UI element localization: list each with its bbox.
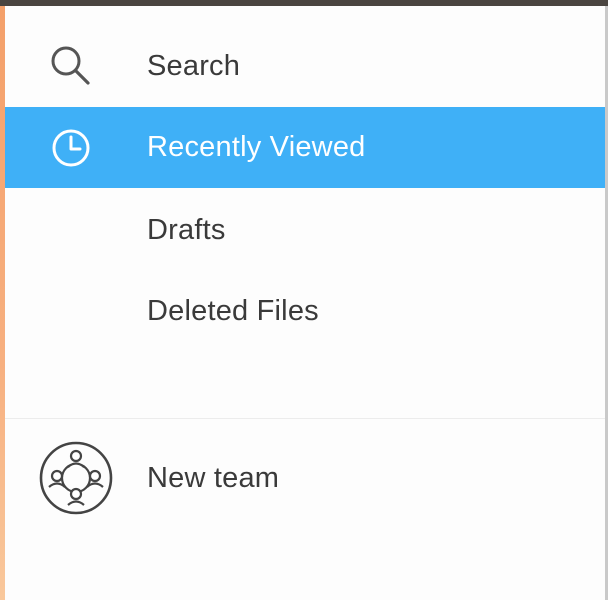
sidebar-item-drafts[interactable]: Drafts bbox=[5, 190, 605, 270]
search-icon bbox=[45, 40, 97, 92]
sidebar-item-search[interactable]: Search bbox=[5, 26, 605, 106]
team-icon bbox=[37, 439, 115, 517]
sidebar-item-label: Recently Viewed bbox=[147, 131, 366, 163]
sidebar-item-label: Search bbox=[147, 49, 241, 82]
new-team-button[interactable]: New team bbox=[5, 438, 605, 518]
sidebar-item-recently-viewed[interactable]: Recently Viewed bbox=[5, 107, 605, 188]
sidebar-panel: Search Recently Viewed Drafts Deleted Fi… bbox=[0, 0, 608, 600]
sidebar-item-deleted-files[interactable]: Deleted Files bbox=[5, 271, 605, 351]
new-team-label: New team bbox=[147, 461, 280, 494]
sidebar-item-label: Drafts bbox=[147, 213, 226, 246]
sidebar-divider bbox=[5, 418, 605, 419]
sidebar-item-label: Deleted Files bbox=[147, 294, 319, 327]
window-top-border bbox=[0, 0, 608, 6]
clock-icon bbox=[45, 122, 97, 174]
